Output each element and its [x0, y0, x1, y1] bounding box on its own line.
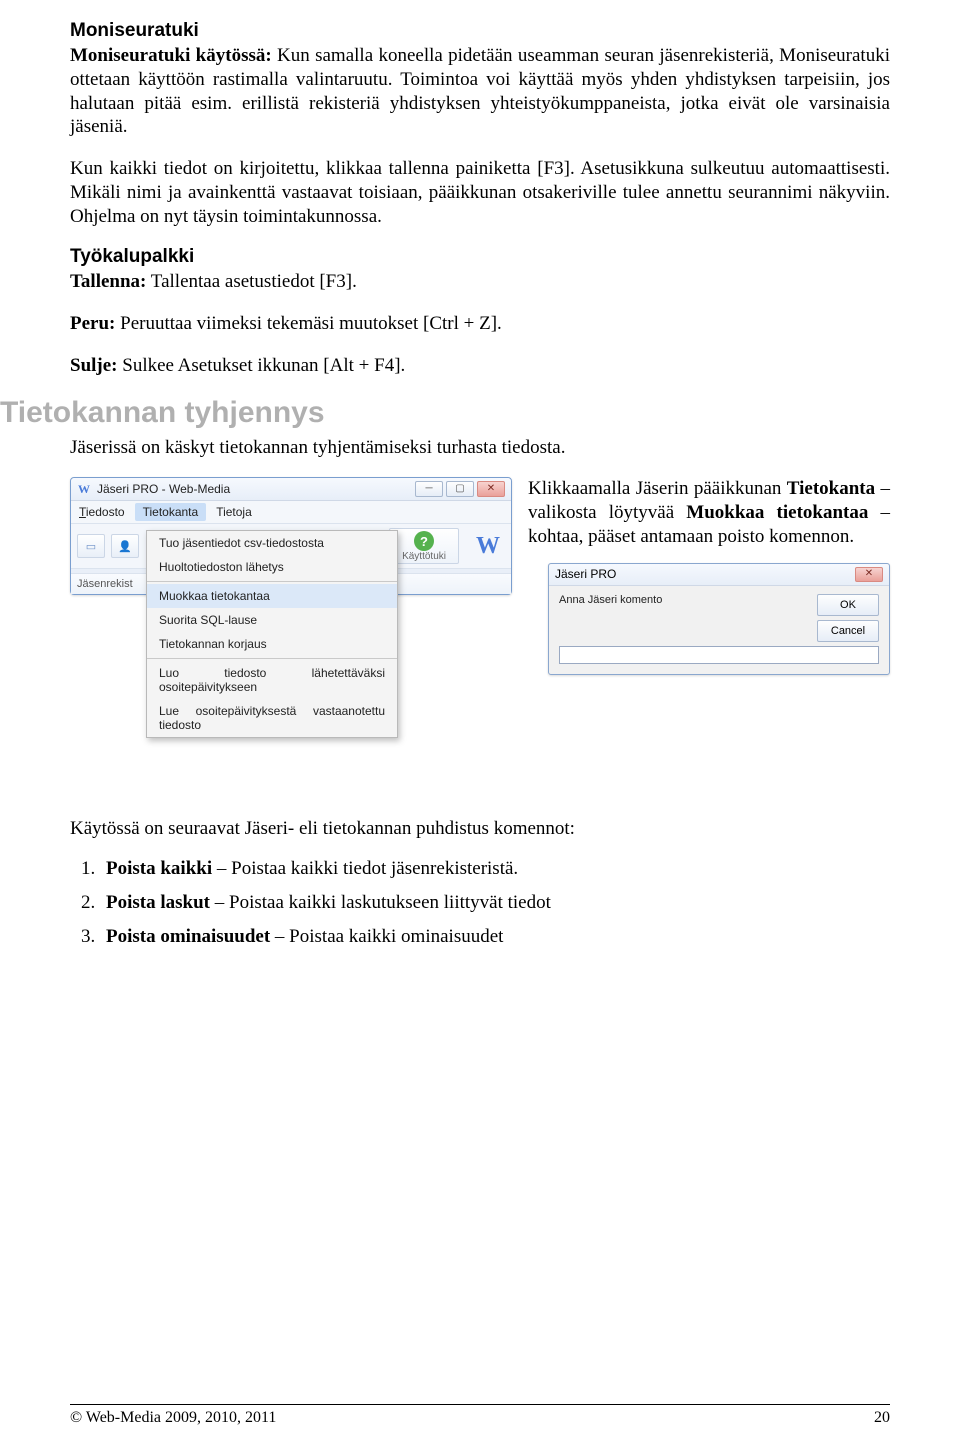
ok-button[interactable]: OK [817, 594, 879, 616]
minimize-button[interactable]: ─ [415, 481, 443, 497]
run-bold: Sulje: [70, 355, 118, 376]
paragraph: Moniseuratuki käytössä: Kun samalla kone… [70, 44, 890, 139]
menu-item-tuo-csv[interactable]: Tuo jäsentiedot csv-tiedostosta [147, 531, 397, 555]
run-bold: Poista ominaisuudet [106, 926, 270, 947]
menu-item-tietokannan-korjaus[interactable]: Tietokannan korjaus [147, 632, 397, 656]
help-group[interactable]: ? Käyttötuki [389, 528, 459, 564]
logo-icon: W [471, 531, 505, 561]
run-bold: Peru: [70, 313, 115, 334]
menu-tietoja[interactable]: Tietoja [208, 503, 260, 521]
paragraph: Käytössä on seuraavat Jäseri- eli tietok… [70, 817, 890, 841]
menu-tietokanta[interactable]: Tietokanta [135, 503, 207, 521]
titlebar: W Jäseri PRO - Web-Media ─ ▢ ✕ [71, 478, 511, 501]
close-button[interactable]: ✕ [477, 481, 505, 497]
run-bold: Tallenna: [70, 271, 146, 292]
menu-item-muokkaa-tietokantaa[interactable]: Muokkaa tietokantaa [147, 584, 397, 608]
run: Sulkee Asetukset ikkunan [Alt + F4]. [118, 355, 406, 376]
footer-copyright: © Web-Media 2009, 2010, 2011 [70, 1409, 276, 1427]
list-item: Poista ominaisuudet – Poistaa kaikki omi… [100, 926, 890, 948]
toolbar-button-2[interactable]: 👤 [111, 534, 139, 558]
run: Tallentaa asetustiedot [F3]. [146, 271, 356, 292]
dialog-window: Jäseri PRO ✕ OK Cancel Anna Jäseri komen… [548, 563, 890, 675]
app-icon: W [77, 482, 91, 496]
figure-row: W Jäseri PRO - Web-Media ─ ▢ ✕ Tiedosto … [70, 477, 890, 674]
menu-item-luo-osoitepaivitys[interactable]: Luo tiedosto lähetettäväksi osoitepäivit… [147, 661, 397, 699]
help-label: Käyttötuki [402, 551, 446, 562]
idcard-icon: ▭ [86, 540, 96, 553]
list-item: Poista kaikki – Poistaa kaikki tiedot jä… [100, 858, 890, 880]
run-bold: Poista kaikki [106, 858, 212, 879]
menu-item-suorita-sql[interactable]: Suorita SQL-lause [147, 608, 397, 632]
window-title: Jäseri PRO - Web-Media [97, 482, 230, 496]
paragraph: Sulje: Sulkee Asetukset ikkunan [Alt + F… [70, 354, 890, 378]
run: Peruuttaa viimeksi tekemäsi muutokset [C… [115, 313, 501, 334]
run-bold: Tietokanta [787, 478, 875, 499]
window-buttons: ─ ▢ ✕ [415, 481, 505, 497]
menubar: Tiedosto Tietokanta Tietoja [71, 501, 511, 524]
run-bold: Poista laskut [106, 892, 210, 913]
run-bold: Moniseuratuki käytössä: [70, 45, 272, 66]
run: – Poistaa kaikki laskutukseen liittyvät … [210, 892, 551, 913]
page-footer: © Web-Media 2009, 2010, 2011 20 [70, 1404, 890, 1427]
paragraph: Klikkaamalla Jäserin pääikkunan Tietokan… [528, 477, 890, 548]
dialog-titlebar: Jäseri PRO ✕ [549, 564, 889, 586]
run: – Poistaa kaikki ominaisuudet [270, 926, 503, 947]
heading-tietokannan-tyhjennys: Tietokannan tyhjennys [0, 396, 890, 430]
run: Klikkaamalla Jäserin pääikkunan [528, 478, 787, 499]
menu-item-huoltotiedosto[interactable]: Huoltotiedoston lähetys [147, 555, 397, 579]
menu-item-lue-osoitepaivitys[interactable]: Lue osoitepäivityksestä vastaanotettu ti… [147, 699, 397, 737]
help-icon: ? [414, 531, 434, 551]
paragraph: Tallenna: Tallentaa asetustiedot [F3]. [70, 270, 890, 294]
command-list: Poista kaikki – Poistaa kaikki tiedot jä… [94, 858, 890, 948]
command-input[interactable] [559, 646, 879, 664]
run: – Poistaa kaikki tiedot jäsenrekisterist… [212, 858, 518, 879]
paragraph: Jäserissä on käskyt tietokannan tyhjentä… [70, 436, 890, 460]
user-icon: 👤 [118, 540, 132, 553]
dialog-title: Jäseri PRO [555, 567, 616, 581]
toolbar-button-1[interactable]: ▭ [77, 534, 105, 558]
section-heading-moniseuratuki: Moniseuratuki [70, 20, 890, 42]
paragraph: Peru: Peruuttaa viimeksi tekemäsi muutok… [70, 312, 890, 336]
dialog-close-button[interactable]: ✕ [855, 567, 883, 582]
menu-separator [147, 658, 397, 659]
menu-tiedosto[interactable]: Tiedosto [71, 503, 133, 521]
paragraph: Kun kaikki tiedot on kirjoitettu, klikka… [70, 157, 890, 228]
run-bold: Muokkaa tietokantaa [686, 502, 868, 523]
page-number: 20 [874, 1409, 890, 1427]
maximize-button[interactable]: ▢ [446, 481, 474, 497]
app-window: W Jäseri PRO - Web-Media ─ ▢ ✕ Tiedosto … [70, 477, 512, 595]
menu-separator [147, 581, 397, 582]
cancel-button[interactable]: Cancel [817, 620, 879, 642]
dropdown-tietokanta: Tuo jäsentiedot csv-tiedostosta Huoltoti… [146, 530, 398, 738]
list-item: Poista laskut – Poistaa kaikki laskutuks… [100, 892, 890, 914]
section-heading-tyokalupalkki: Työkalupalkki [70, 246, 890, 268]
